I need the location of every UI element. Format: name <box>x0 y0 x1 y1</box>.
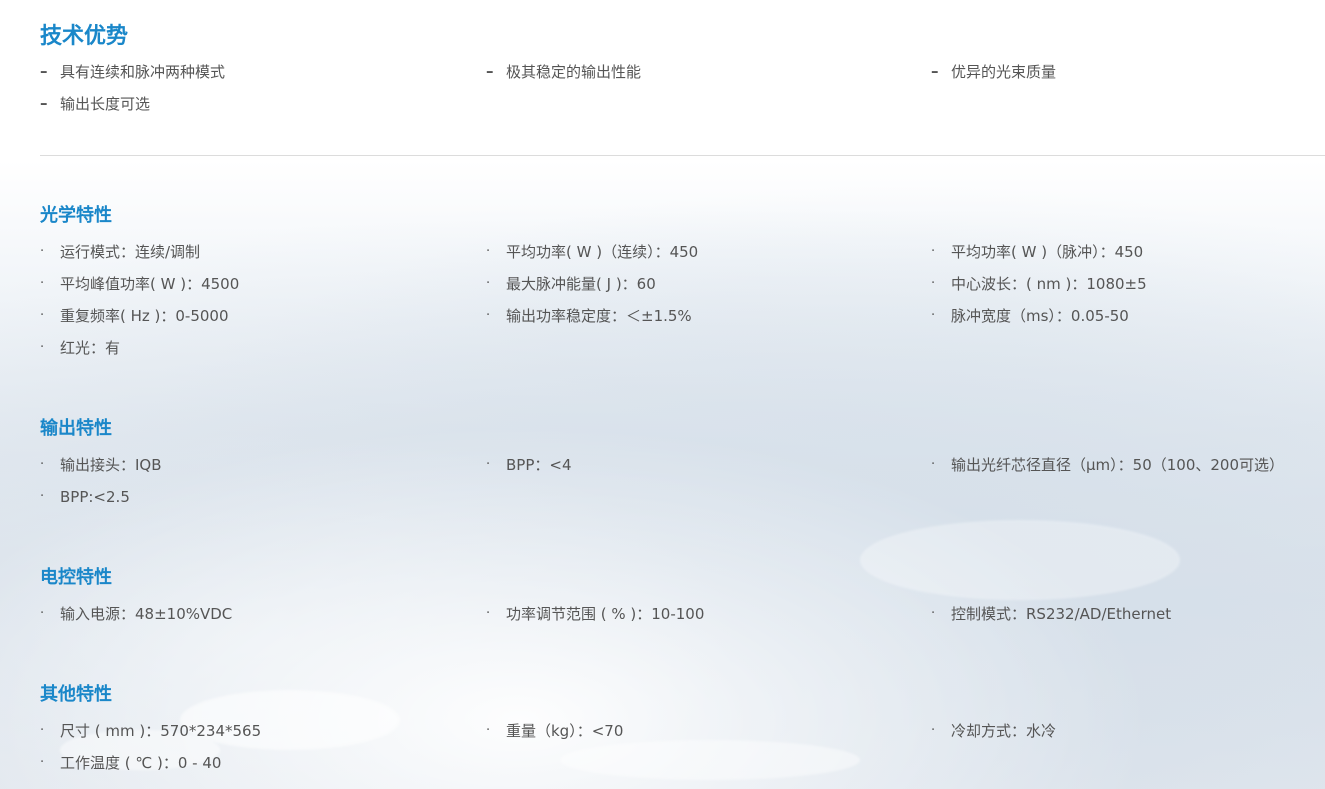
dash-marker: – <box>931 62 939 80</box>
dot-marker: · <box>486 308 491 323</box>
dash-marker: – <box>40 94 48 112</box>
electrical-title: 电控特性 <box>40 567 112 588</box>
optical-title: 光学特性 <box>40 205 112 226</box>
advantage-text: 极其稳定的输出性能 <box>506 63 642 81</box>
dot-marker: · <box>931 457 936 472</box>
spec-text: 工作温度 ( ℃ )：0 - 40 <box>60 754 222 772</box>
spec-text: 输出接头：IQB <box>60 456 162 474</box>
dot-marker: · <box>486 276 491 291</box>
advantages-title: 技术优势 <box>40 24 129 49</box>
section-divider <box>40 155 1325 156</box>
spec-text: 功率调节范围 ( % )：10-100 <box>506 605 705 623</box>
dot-marker: · <box>40 340 45 355</box>
spec-text: 红光：有 <box>60 339 121 357</box>
spec-text: 最大脉冲能量( J )：60 <box>506 275 656 293</box>
spec-text: 重量（kg）：<70 <box>506 722 624 740</box>
dot-marker: · <box>486 723 491 738</box>
earth-background-image <box>0 0 1325 789</box>
spec-text: 运行模式：连续/调制 <box>60 243 201 261</box>
spec-text: BPP：<4 <box>506 456 572 474</box>
dot-marker: · <box>40 308 45 323</box>
spec-text: 平均功率( W )（连续）：450 <box>506 243 699 261</box>
dot-marker: · <box>40 755 45 770</box>
dot-marker: · <box>931 308 936 323</box>
dot-marker: · <box>931 276 936 291</box>
spec-text: 平均功率( W )（脉冲）：450 <box>951 243 1144 261</box>
city-lights-glow <box>560 740 860 780</box>
dot-marker: · <box>40 606 45 621</box>
cloud-glow <box>860 520 1180 600</box>
dot-marker: · <box>931 244 936 259</box>
dot-marker: · <box>486 606 491 621</box>
dot-marker: · <box>931 723 936 738</box>
other-title: 其他特性 <box>40 684 112 705</box>
spec-text: 脉冲宽度（ms）：0.05-50 <box>951 307 1129 325</box>
spec-text: BPP:<2.5 <box>60 488 130 506</box>
spec-text: 中心波长：( nm )：1080±5 <box>951 275 1147 293</box>
spec-text: 输入电源：48±10%VDC <box>60 605 233 623</box>
advantage-text: 优异的光束质量 <box>951 63 1057 81</box>
spec-text: 冷却方式：水冷 <box>951 722 1057 740</box>
spec-text: 尺寸 ( mm )：570*234*565 <box>60 722 262 740</box>
dot-marker: · <box>40 489 45 504</box>
dash-marker: – <box>486 62 494 80</box>
advantage-text: 输出长度可选 <box>60 95 151 113</box>
dot-marker: · <box>486 457 491 472</box>
dot-marker: · <box>40 276 45 291</box>
spec-text: 输出功率稳定度：＜±1.5% <box>506 307 692 325</box>
dot-marker: · <box>40 457 45 472</box>
spec-text: 控制模式：RS232/AD/Ethernet <box>951 605 1172 623</box>
advantage-text: 具有连续和脉冲两种模式 <box>60 63 226 81</box>
dot-marker: · <box>486 244 491 259</box>
spec-text: 重复频率( Hz )：0-5000 <box>60 307 229 325</box>
dot-marker: · <box>40 244 45 259</box>
dot-marker: · <box>40 723 45 738</box>
spec-text: 输出光纤芯径直径（μm）：50（100、200可选） <box>951 456 1285 474</box>
dot-marker: · <box>931 606 936 621</box>
output-title: 输出特性 <box>40 418 112 439</box>
spec-text: 平均峰值功率( W )：4500 <box>60 275 240 293</box>
dash-marker: – <box>40 62 48 80</box>
